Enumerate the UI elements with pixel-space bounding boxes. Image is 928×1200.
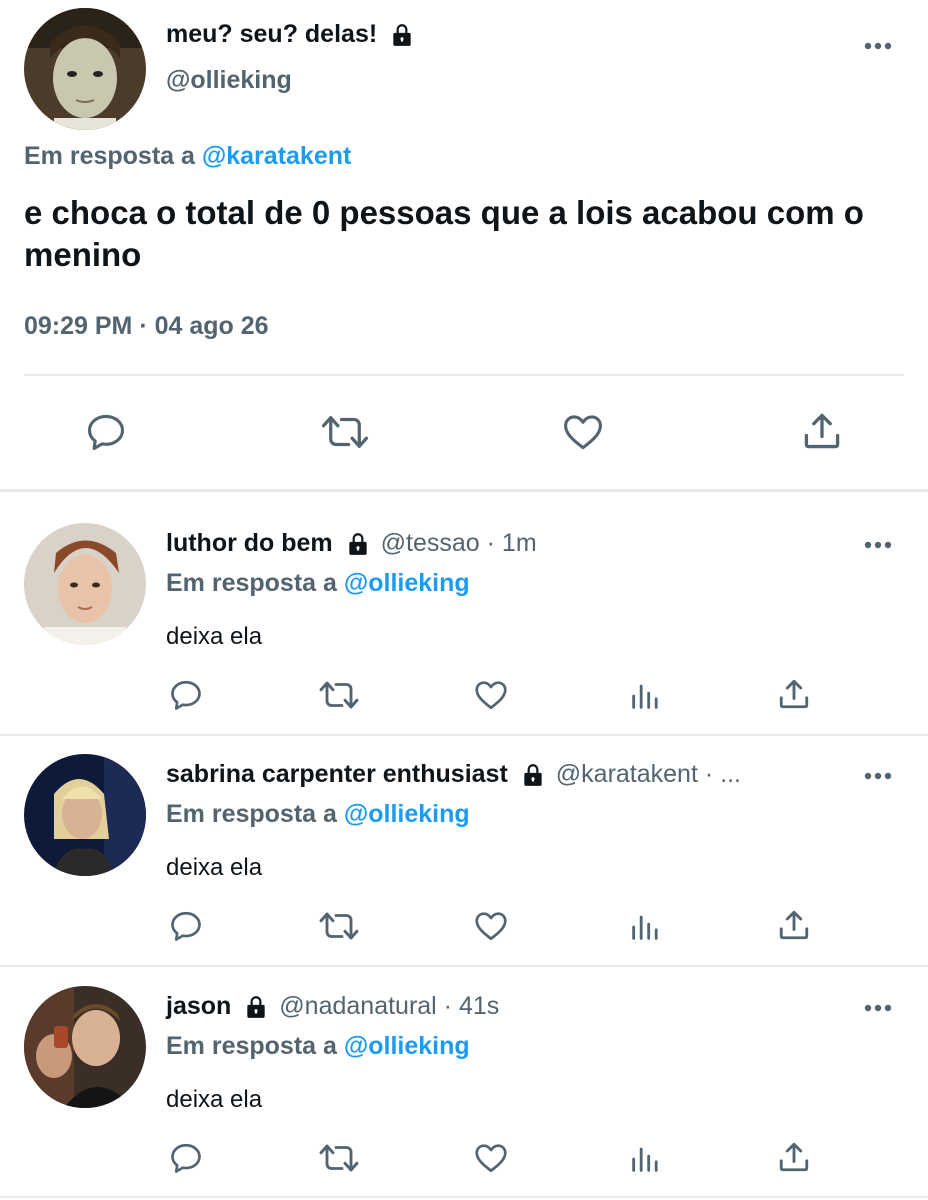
- views-icon[interactable]: [628, 679, 662, 713]
- reply-tweet[interactable]: sabrina carpenter enthusiast @karatakent…: [0, 730, 928, 960]
- reply-prefix: Em resposta a: [166, 800, 337, 828]
- reply-prefix: Em resposta a: [166, 569, 337, 597]
- like-icon[interactable]: [472, 908, 510, 944]
- reply-mention-link[interactable]: @karatakent: [202, 142, 351, 170]
- share-icon[interactable]: [800, 408, 844, 454]
- reply-prefix: Em resposta a: [166, 1032, 337, 1060]
- retweet-icon[interactable]: [320, 410, 370, 454]
- like-icon[interactable]: [472, 1140, 510, 1176]
- section-divider: [0, 1196, 928, 1198]
- user-handle[interactable]: @ollieking: [166, 66, 292, 95]
- tweet-text: deixa ela: [166, 854, 263, 881]
- lock-icon: [243, 994, 269, 1020]
- lock-icon: [389, 22, 415, 48]
- like-icon[interactable]: [560, 410, 606, 454]
- like-icon[interactable]: [472, 677, 510, 713]
- avatar[interactable]: [24, 8, 146, 130]
- more-options-icon[interactable]: [862, 770, 894, 782]
- tweet-text: deixa ela: [166, 1086, 263, 1113]
- display-name-text[interactable]: meu? seu? delas!: [166, 20, 377, 49]
- retweet-icon[interactable]: [318, 677, 360, 713]
- avatar[interactable]: [24, 523, 146, 645]
- handle-and-time[interactable]: @nadanatural · 41s: [279, 992, 499, 1021]
- tweet-timestamp[interactable]: 09:29 PM · 04 ago 26: [24, 312, 269, 341]
- section-divider: [0, 489, 928, 492]
- reply-header: luthor do bem @tessao · 1m: [166, 529, 537, 558]
- share-icon[interactable]: [776, 906, 812, 944]
- avatar[interactable]: [24, 986, 146, 1108]
- more-options-icon[interactable]: [862, 539, 894, 551]
- views-icon[interactable]: [628, 910, 662, 944]
- display-name[interactable]: sabrina carpenter enthusiast: [166, 760, 508, 789]
- main-tweet: meu? seu? delas! @ollieking Em resposta …: [0, 0, 928, 490]
- handle-and-time[interactable]: @karatakent · ...: [556, 760, 741, 789]
- reply-context: Em resposta a @ollieking: [166, 800, 470, 829]
- share-icon[interactable]: [776, 1138, 812, 1176]
- lock-icon: [520, 762, 546, 788]
- tweet-text: deixa ela: [166, 623, 263, 650]
- views-icon[interactable]: [628, 1142, 662, 1176]
- reply-mention-link[interactable]: @ollieking: [344, 800, 470, 828]
- more-options-icon[interactable]: [862, 40, 894, 52]
- reply-mention-link[interactable]: @ollieking: [344, 1032, 470, 1060]
- reply-tweet[interactable]: luthor do bem @tessao · 1m Em resposta a…: [0, 499, 928, 729]
- display-name[interactable]: luthor do bem: [166, 529, 333, 558]
- divider: [24, 374, 904, 376]
- share-icon[interactable]: [776, 675, 812, 713]
- reply-icon[interactable]: [84, 410, 128, 454]
- reply-prefix: Em resposta a: [24, 142, 195, 170]
- reply-header: sabrina carpenter enthusiast @karatakent…: [166, 760, 741, 789]
- reply-context: Em resposta a @ollieking: [166, 1032, 470, 1061]
- retweet-icon[interactable]: [318, 908, 360, 944]
- reply-icon[interactable]: [168, 908, 204, 944]
- reply-context: Em resposta a @ollieking: [166, 569, 470, 598]
- retweet-icon[interactable]: [318, 1140, 360, 1176]
- reply-mention-link[interactable]: @ollieking: [344, 569, 470, 597]
- display-name[interactable]: jason: [166, 992, 231, 1021]
- reply-tweet[interactable]: jason @nadanatural · 41s Em resposta a @…: [0, 962, 928, 1192]
- reply-icon[interactable]: [168, 1140, 204, 1176]
- more-options-icon[interactable]: [862, 1002, 894, 1014]
- display-name[interactable]: meu? seu? delas!: [166, 20, 415, 49]
- lock-icon: [345, 531, 371, 557]
- avatar[interactable]: [24, 754, 146, 876]
- handle-and-time[interactable]: @tessao · 1m: [381, 529, 537, 558]
- reply-icon[interactable]: [168, 677, 204, 713]
- reply-header: jason @nadanatural · 41s: [166, 992, 499, 1021]
- tweet-text: e choca o total de 0 pessoas que a lois …: [24, 194, 864, 273]
- reply-context: Em resposta a @karatakent: [24, 142, 351, 171]
